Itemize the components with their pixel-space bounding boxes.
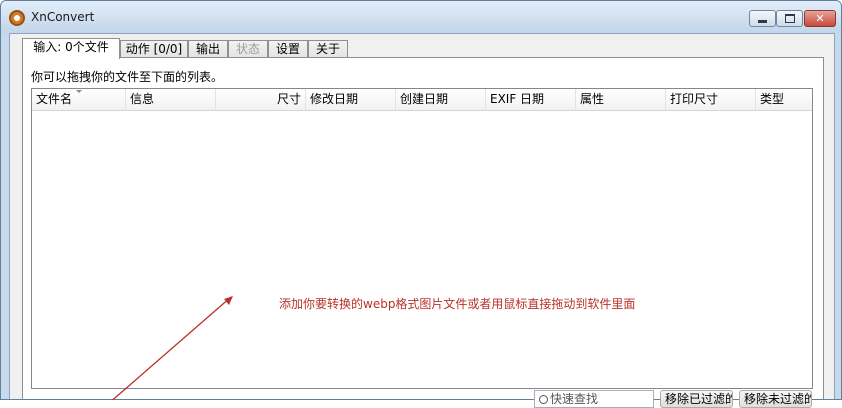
quick-search-input[interactable]: 快速查找 — [534, 390, 654, 408]
file-list[interactable]: 文件名 信息 尺寸 修改日期 创建日期 EXIF 日期 属性 打印尺寸 类型 添… — [31, 88, 813, 389]
column-header-print-size[interactable]: 打印尺寸 — [666, 89, 756, 110]
maximize-icon — [784, 14, 795, 23]
input-tab-panel: 你可以拖拽你的文件至下面的列表。 文件名 信息 尺寸 修改日期 创建日期 EXI… — [22, 57, 824, 399]
app-window: XnConvert ✕ 输入: 0个文件 动作 [0/0] 输出 状态 设置 关… — [0, 0, 842, 400]
title-bar[interactable]: XnConvert ✕ — [1, 1, 841, 33]
window-title: XnConvert — [31, 10, 95, 24]
remove-unfiltered-button[interactable]: 移除未过滤的 — [739, 390, 812, 408]
sort-arrow-icon — [76, 90, 82, 93]
column-header-label: 文件名 — [36, 92, 73, 106]
tab-actions[interactable]: 动作 [0/0] — [120, 40, 188, 58]
tab-status: 状态 — [228, 40, 268, 58]
column-header-modified-date[interactable]: 修改日期 — [306, 89, 396, 110]
column-header-size[interactable]: 尺寸 — [216, 89, 306, 110]
column-header-filename[interactable]: 文件名 — [32, 89, 126, 110]
maximize-button[interactable] — [776, 10, 803, 27]
tab-input[interactable]: 输入: 0个文件 — [22, 38, 120, 59]
tab-about[interactable]: 关于 — [308, 40, 348, 58]
column-header-created-date[interactable]: 创建日期 — [396, 89, 486, 110]
file-list-header: 文件名 信息 尺寸 修改日期 创建日期 EXIF 日期 属性 打印尺寸 类型 — [32, 89, 812, 111]
tab-output[interactable]: 输出 — [188, 40, 228, 58]
column-header-attributes[interactable]: 属性 — [576, 89, 666, 110]
column-header-info[interactable]: 信息 — [126, 89, 216, 110]
drag-hint-text: 你可以拖拽你的文件至下面的列表。 — [31, 70, 224, 84]
search-placeholder: 快速查找 — [550, 392, 599, 406]
remove-filtered-button[interactable]: 移除已过滤的 — [660, 390, 733, 408]
column-header-exif-date[interactable]: EXIF 日期 — [486, 89, 576, 110]
minimize-icon — [758, 20, 767, 23]
main-client-area: 输入: 0个文件 动作 [0/0] 输出 状态 设置 关于 你可以拖拽你的文件至… — [9, 33, 835, 399]
tab-settings[interactable]: 设置 — [268, 40, 308, 58]
xnconvert-gear-icon — [9, 10, 25, 26]
close-button[interactable]: ✕ — [804, 10, 836, 27]
column-header-type[interactable]: 类型 — [756, 89, 812, 110]
annotation-instruction: 添加你要转换的webp格式图片文件或者用鼠标直接拖动到软件里面 — [279, 297, 636, 311]
minimize-button[interactable] — [749, 10, 776, 27]
close-icon: ✕ — [815, 12, 825, 25]
